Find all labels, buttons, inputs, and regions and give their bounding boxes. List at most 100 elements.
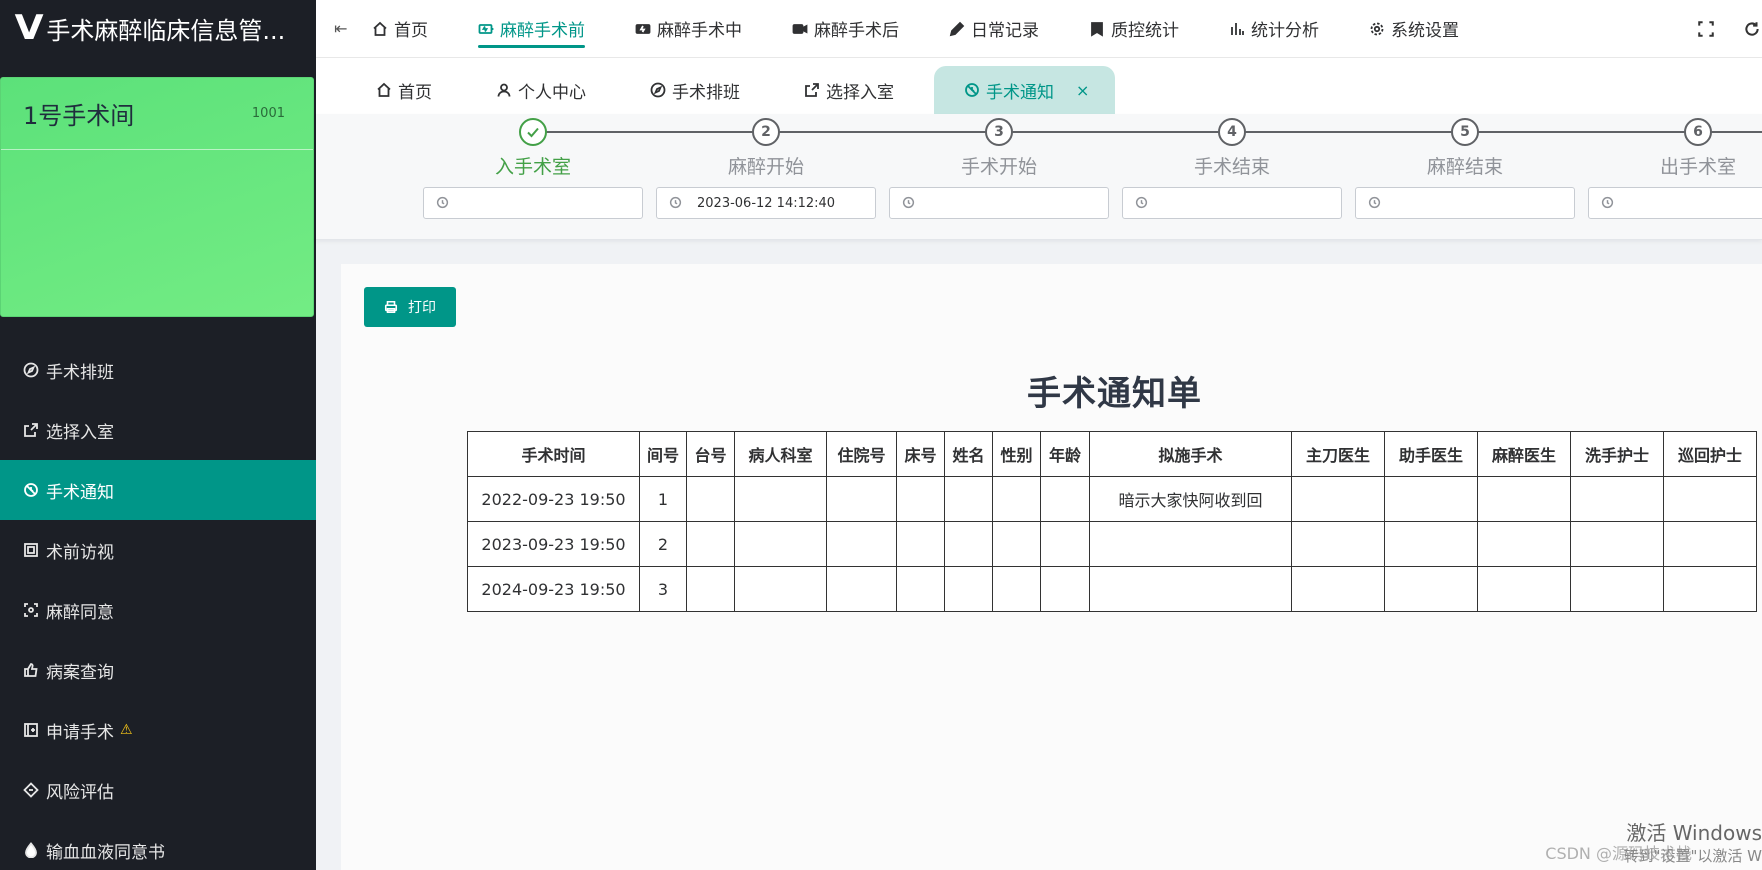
sidebar-item-label: 输血血液同意书 <box>46 842 165 863</box>
nav-quality-stats[interactable]: 质控统计 <box>1089 0 1179 58</box>
sidebar-item-label: 术前访视 <box>46 542 114 563</box>
table-row[interactable]: 2022-09-23 19:50 1 暗示大家快阿收到回 <box>467 476 1757 522</box>
tab-home[interactable]: 首页 <box>376 66 432 114</box>
nav-statistics[interactable]: 统计分析 <box>1229 0 1319 58</box>
compass-icon <box>650 82 666 98</box>
table-cell <box>1477 476 1571 522</box>
app-logo[interactable]: V 手术麻醉临床信息管... <box>0 0 316 56</box>
table-cell <box>1663 566 1757 612</box>
column-header: 巡回护士 <box>1663 431 1757 477</box>
step-title: 手术开始 <box>960 156 1037 178</box>
sidebar-item-surgery-schedule[interactable]: 手术排班 <box>0 340 316 400</box>
table-cell <box>1477 521 1571 567</box>
top-navigation: ⇤ 首页 麻醉手术前 麻醉手术中 麻醉手术后 日常记录 质控统计 统计分析 系统… <box>316 0 1762 58</box>
home-icon <box>372 21 388 37</box>
sidebar-item-anesthesia-consent[interactable]: 麻醉同意 <box>0 580 316 640</box>
step-surgery-end[interactable]: 4 手术结束 <box>1122 118 1342 219</box>
step-time-input[interactable] <box>1122 187 1342 219</box>
print-button[interactable]: 打印 <box>364 287 456 327</box>
sidebar-item-blood-consent[interactable]: 输血血液同意书 <box>0 820 316 870</box>
sidebar-item-label: 申请手术 <box>46 722 114 743</box>
nav-label: 麻醉手术中 <box>657 21 742 41</box>
nav-system-settings[interactable]: 系统设置 <box>1369 0 1459 58</box>
step-anesthesia-start[interactable]: 2 麻醉开始 2023-06-12 14:12:40 <box>656 118 876 219</box>
windows-activation-subtitle: 转到"设置"以激活 W <box>1623 847 1762 865</box>
sidebar-item-apply-surgery[interactable]: 申请手术 ⚠ <box>0 700 316 760</box>
step-time-input[interactable] <box>889 187 1109 219</box>
tab-personal-center[interactable]: 个人中心 <box>496 66 586 114</box>
table-cell: 1 <box>639 476 687 522</box>
tab-label: 选择入室 <box>826 82 894 103</box>
sidebar-item-risk-assessment[interactable]: 风险评估 <box>0 760 316 820</box>
step-number: 2 <box>752 118 780 146</box>
table-cell <box>1291 566 1385 612</box>
battery-icon <box>478 21 494 37</box>
tab-label: 手术排班 <box>672 82 740 103</box>
sidebar-item-surgery-notice[interactable]: 手术通知 <box>0 460 316 520</box>
table-row[interactable]: 2024-09-23 19:50 3 <box>467 566 1757 612</box>
nav-right-tools <box>1696 0 1762 58</box>
table-cell <box>1570 521 1664 567</box>
sidebar-menu: 手术排班 选择入室 手术通知 术前访视 麻醉同意 病案查询 申请手术 ⚠ 风险评… <box>0 340 316 870</box>
nav-label: 麻醉手术前 <box>500 21 585 41</box>
share-icon <box>22 421 40 439</box>
step-number: 3 <box>985 118 1013 146</box>
table-cell: 2 <box>639 521 687 567</box>
warning-icon: ⚠ <box>120 722 133 738</box>
step-time-input[interactable] <box>1588 187 1762 219</box>
tab-select-room[interactable]: 选择入室 <box>804 66 894 114</box>
table-cell: 2024-09-23 19:50 <box>467 566 640 612</box>
nav-daily-record[interactable]: 日常记录 <box>949 0 1039 58</box>
table-cell <box>1384 521 1478 567</box>
main-content: 打印 手术通知单 手术时间 间号 台号 病人科室 住院号 床号 姓名 性别 年龄… <box>341 264 1762 870</box>
sidebar-item-preop-visit[interactable]: 术前访视 <box>0 520 316 580</box>
table-cell <box>992 521 1041 567</box>
sidebar: V 手术麻醉临床信息管... 1号手术间 1001 手术排班 选择入室 手术通知… <box>0 0 316 870</box>
table-cell <box>1040 566 1090 612</box>
home-icon <box>376 82 392 98</box>
sidebar-item-label: 选择入室 <box>46 422 114 443</box>
column-header: 间号 <box>639 431 687 477</box>
diamond-icon <box>22 781 40 799</box>
clock-icon <box>1601 196 1615 210</box>
step-enter-room[interactable]: 入手术室 <box>423 118 643 219</box>
table-cell <box>1663 521 1757 567</box>
step-exit-room[interactable]: 6 出手术室 <box>1540 118 1762 219</box>
fullscreen-icon[interactable] <box>1696 19 1716 39</box>
document-title: 手术通知单 <box>1027 374 1202 414</box>
step-surgery-start[interactable]: 3 手术开始 <box>889 118 1109 219</box>
nav-pre-anesthesia[interactable]: 麻醉手术前 <box>478 0 585 58</box>
table-row[interactable]: 2023-09-23 19:50 2 <box>467 521 1757 567</box>
table-cell <box>826 521 897 567</box>
nav-label: 日常记录 <box>971 21 1039 41</box>
table-cell <box>896 521 945 567</box>
clock-icon <box>669 196 683 210</box>
room-card[interactable]: 1号手术间 1001 <box>0 77 314 317</box>
tab-surgery-notice[interactable]: 手术通知 × <box>934 66 1116 114</box>
nav-label: 统计分析 <box>1251 21 1319 41</box>
table-header-row: 手术时间 间号 台号 病人科室 住院号 床号 姓名 性别 年龄 拟施手术 主刀医… <box>467 431 1757 477</box>
nav-home[interactable]: 首页 <box>372 0 428 58</box>
collapse-menu-icon[interactable]: ⇤ <box>334 19 372 38</box>
table-cell <box>1384 476 1478 522</box>
nav-post-anesthesia[interactable]: 麻醉手术后 <box>792 0 899 58</box>
step-time-input[interactable]: 2023-06-12 14:12:40 <box>656 187 876 219</box>
sidebar-item-label: 手术通知 <box>46 482 114 503</box>
bookmark-icon <box>1089 21 1105 37</box>
step-time-input[interactable] <box>423 187 643 219</box>
refresh-icon[interactable] <box>1742 19 1762 39</box>
sidebar-item-select-room[interactable]: 选择入室 <box>0 400 316 460</box>
nav-intra-anesthesia[interactable]: 麻醉手术中 <box>635 0 742 58</box>
bolt-icon <box>635 21 651 37</box>
close-icon[interactable]: × <box>1076 81 1089 100</box>
tab-surgery-schedule[interactable]: 手术排班 <box>650 66 740 114</box>
sidebar-item-case-query[interactable]: 病案查询 <box>0 640 316 700</box>
sidebar-item-label: 手术排班 <box>46 362 114 383</box>
column-header: 病人科室 <box>734 431 827 477</box>
room-name: 1号手术间 <box>23 102 135 130</box>
table-cell <box>826 566 897 612</box>
table-cell <box>896 476 945 522</box>
scan-icon <box>22 601 40 619</box>
column-header: 麻醉医生 <box>1477 431 1571 477</box>
column-header: 拟施手术 <box>1089 431 1292 477</box>
